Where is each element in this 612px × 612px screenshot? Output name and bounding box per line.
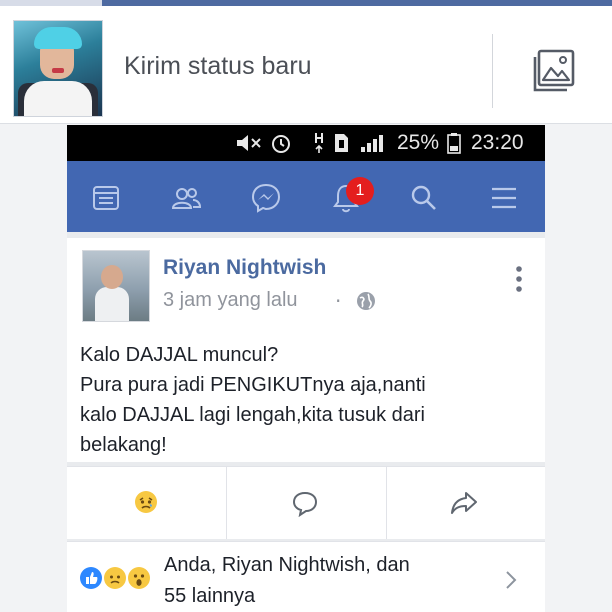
comment-button[interactable] (227, 467, 386, 539)
clock: 23:20 (471, 131, 524, 154)
battery-icon (447, 133, 461, 154)
news-feed-icon[interactable] (89, 181, 123, 215)
status-prompt[interactable]: Kirim status baru (124, 52, 312, 81)
post-line: Pura pura jadi PENGIKUTnya aja,nanti (80, 374, 426, 396)
post-line: Kalo DAJJAL muncul? (80, 344, 279, 366)
post-body: Kalo DAJJAL muncul? Pura pura jadi PENGI… (80, 340, 535, 460)
meta-separator: · (335, 289, 342, 313)
reactions-summary[interactable]: Anda, Riyan Nightwish, dan 55 lainnya (67, 541, 545, 612)
reaction-line: 55 lainnya (164, 585, 256, 607)
alarm-icon (272, 135, 290, 153)
photo-gallery-icon[interactable] (529, 48, 579, 94)
like-reaction-icon (80, 567, 102, 589)
divider (492, 34, 493, 108)
sad-reaction-icon (104, 567, 126, 589)
status-composer[interactable]: Kirim status baru (0, 6, 612, 124)
user-avatar[interactable] (13, 20, 103, 117)
wow-reaction-icon (128, 567, 150, 589)
search-icon[interactable] (407, 181, 441, 215)
sad-reaction-icon (135, 491, 157, 513)
phone-status-bar: 25% 23:20 (67, 125, 545, 161)
reaction-count-text: Anda, Riyan Nightwish, dan 55 lainnya (164, 550, 494, 612)
post-author-avatar[interactable] (82, 250, 150, 322)
share-icon (451, 492, 477, 514)
post-author-name[interactable]: Riyan Nightwish (163, 256, 326, 280)
fb-nav-bar (67, 161, 545, 232)
mute-icon (237, 135, 261, 151)
globe-icon (357, 292, 375, 310)
friends-icon[interactable] (169, 181, 203, 215)
post-card: Riyan Nightwish 3 jam yang lalu · Kalo D… (67, 238, 545, 462)
share-button[interactable] (387, 467, 545, 539)
react-button[interactable] (67, 467, 226, 539)
battery-percent: 25% (397, 131, 440, 154)
menu-icon[interactable] (487, 181, 521, 215)
notification-badge: 1 (346, 177, 374, 205)
reaction-line: Anda, Riyan Nightwish, dan (164, 554, 410, 576)
sim-icon (335, 134, 348, 152)
chevron-right-icon[interactable] (504, 569, 518, 591)
post-options-icon[interactable] (514, 264, 524, 294)
post-line: kalo DAJJAL lagi lengah,kita tusuk dari (80, 404, 425, 426)
comment-icon (292, 491, 318, 517)
post-line: belakang! (80, 434, 167, 456)
messenger-icon[interactable] (249, 181, 283, 215)
hspa-icon (315, 133, 323, 153)
post-actions-bar (67, 466, 545, 539)
signal-icon (361, 135, 383, 152)
screenshot-frame: 25% 23:20 1 Riyan Nightwish 3 jam yang l… (67, 125, 545, 612)
post-timestamp[interactable]: 3 jam yang lalu (163, 289, 298, 312)
